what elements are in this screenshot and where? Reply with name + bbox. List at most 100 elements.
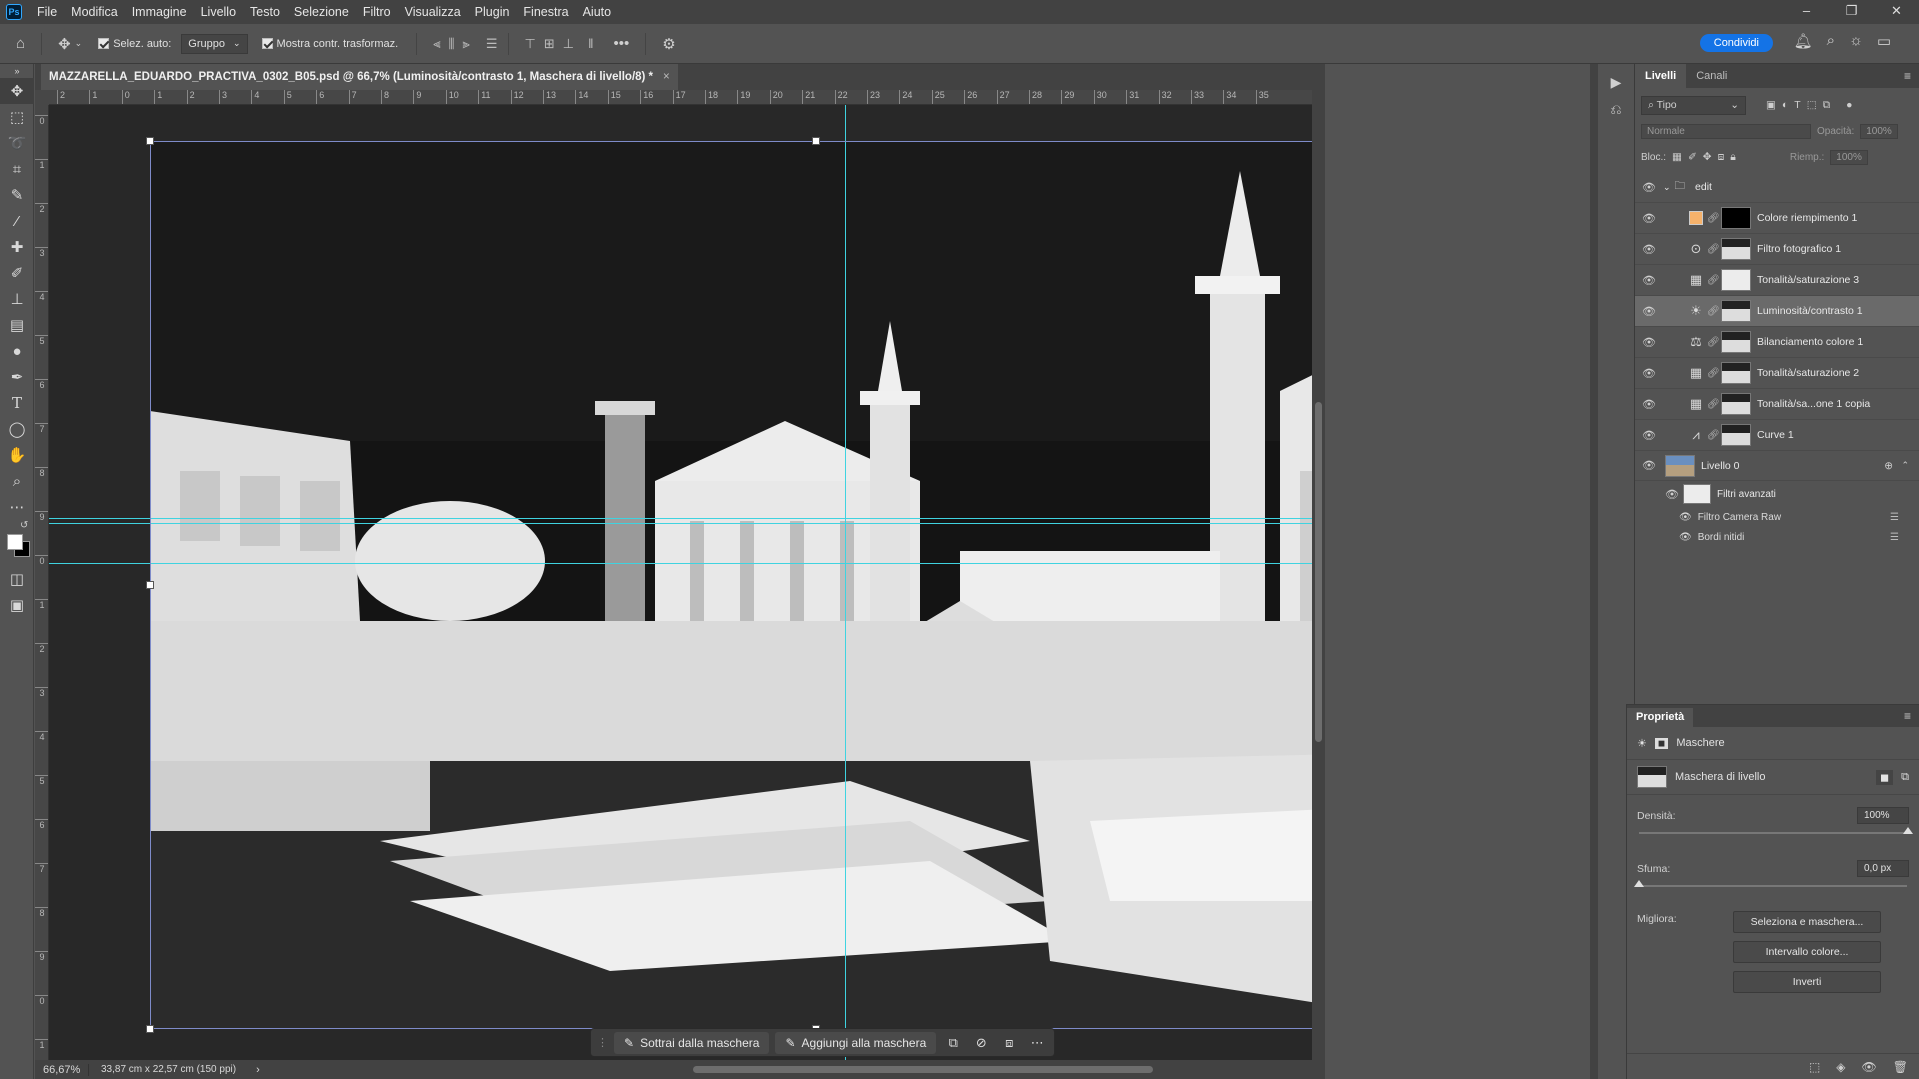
minimize-icon[interactable]: – (1784, 0, 1829, 24)
brush-tool-icon[interactable]: ✐ (0, 260, 34, 286)
foreground-color[interactable] (7, 534, 23, 550)
auto-select-dropdown[interactable]: Gruppo ⌄ (181, 33, 248, 54)
layer-filter-dropdown[interactable]: ⌕ Tipo ⌄ (1641, 95, 1746, 115)
color-balance-icon[interactable]: ⚖ (1685, 334, 1707, 350)
disable-mask-icon[interactable]: ⊘ (970, 1035, 992, 1051)
panel-menu-icon[interactable]: ≡ (1904, 69, 1911, 83)
filter-smart-icon[interactable]: ⧉ (1823, 99, 1831, 112)
distribute-vertical-icon[interactable]: ‖ (588, 36, 593, 52)
load-selection-icon[interactable]: ⬚ (1809, 1060, 1820, 1074)
transform-handle[interactable] (812, 137, 820, 145)
search-icon[interactable]: ⌕ (1827, 32, 1835, 50)
gear-icon[interactable]: ⚙ (662, 35, 675, 53)
hue-saturation-icon[interactable]: ▦ (1685, 365, 1707, 381)
transform-handle[interactable] (146, 137, 154, 145)
gradient-tool-icon[interactable]: ▤ (0, 312, 34, 338)
eye-icon[interactable]: 👁︎ (1635, 274, 1663, 287)
brightness-icon[interactable]: ☼ (1849, 32, 1863, 50)
menu-item[interactable]: Plugin (468, 0, 517, 24)
eyedropper-tool-icon[interactable]: ⁄ (0, 208, 34, 234)
mask-options-icon[interactable]: ⧉ (942, 1035, 964, 1051)
layer-mask-thumbnail[interactable] (1721, 300, 1751, 322)
bell-icon[interactable]: 🔔︎ (1794, 32, 1813, 50)
horizontal-ruler[interactable]: 2 1 0 1 2 3 4 5 6 7 8 9 10 11 12 13 14 15 16 17 18 19 20 21 22 23… (49, 90, 1325, 105)
lock-pixels-icon[interactable]: ✐ (1688, 151, 1697, 163)
chevron-right-icon[interactable]: › (256, 1064, 260, 1076)
vertical-ruler[interactable]: 0 1 2 3 4 5 6 7 8 9 0 1 2 3 4 5 6 7 8 9 0 1 (35, 105, 49, 1060)
play-actions-icon[interactable]: ▶ (1598, 74, 1634, 91)
hand-tool-icon[interactable]: ✋ (0, 442, 34, 468)
ruler-origin[interactable] (35, 90, 49, 105)
color-swatches[interactable]: ↺ (0, 520, 34, 566)
lock-artboard-icon[interactable]: ⧈ (1718, 151, 1725, 164)
screen-mode-icon[interactable]: ▣ (0, 592, 34, 618)
smart-filter-item[interactable]: 👁︎ Filtro Camera Raw ☰ (1635, 507, 1919, 527)
layer-row[interactable]: 👁︎ ▦ 🔗︎ Tonalità/saturazione 2 (1635, 358, 1919, 389)
tab-channels[interactable]: Canali (1686, 64, 1737, 88)
scrollbar-thumb[interactable] (1315, 402, 1322, 742)
mask-icon[interactable]: ◼ (1654, 737, 1669, 749)
distribute-icon[interactable]: ☰ (486, 36, 498, 52)
zoom-level[interactable]: 66,67% (35, 1063, 89, 1076)
align-bottom-icon[interactable]: ⊥ (563, 36, 574, 52)
stamp-tool-icon[interactable]: ⊥ (0, 286, 34, 312)
hue-saturation-icon[interactable]: ▦ (1685, 396, 1707, 412)
align-middle-icon[interactable]: ⊞ (544, 36, 555, 52)
filter-shape-icon[interactable]: ⬚ (1807, 99, 1817, 111)
menu-item[interactable]: Livello (194, 0, 243, 24)
align-right-icon[interactable]: ⫸ (463, 36, 470, 52)
slider-knob[interactable] (1903, 827, 1913, 834)
add-to-mask-button[interactable]: ✎ Aggiungi alla maschera (775, 1031, 937, 1054)
eye-icon[interactable]: 👁︎ (1635, 212, 1663, 225)
menu-item[interactable]: Testo (243, 0, 287, 24)
lasso-tool-icon[interactable]: ➰ (0, 130, 34, 156)
layer-mask-thumbnail[interactable] (1721, 207, 1751, 229)
align-top-icon[interactable]: ⊤ (525, 36, 536, 52)
layer-row[interactable]: 👁︎ ⩘ 🔗︎ Curve 1 (1635, 420, 1919, 451)
menu-item[interactable]: File (30, 0, 64, 24)
more-options-icon[interactable]: ⋯ (1026, 1035, 1048, 1051)
filter-options-icon[interactable]: ☰ (1890, 512, 1899, 523)
link-icon[interactable]: 🔗︎ (1707, 275, 1720, 286)
link-icon[interactable]: 🔗︎ (1707, 213, 1720, 224)
hue-saturation-icon[interactable]: ▦ (1685, 272, 1707, 288)
link-icon[interactable]: 🔗︎ (1707, 368, 1720, 379)
marquee-tool-icon[interactable]: ⬚ (0, 104, 34, 130)
fill-color-icon[interactable] (1689, 211, 1703, 225)
eye-icon[interactable]: 👁︎ (1635, 336, 1663, 349)
close-window-icon[interactable]: ✕ (1874, 0, 1919, 24)
layer-mask-thumbnail[interactable] (1721, 393, 1751, 415)
color-range-button[interactable]: Intervallo colore... (1733, 941, 1881, 963)
link-icon[interactable]: 🔗︎ (1707, 399, 1720, 410)
layer-mask-thumbnail[interactable] (1721, 238, 1751, 260)
share-button[interactable]: Condividi (1699, 34, 1773, 52)
type-tool-icon[interactable]: T (0, 390, 34, 416)
move-tool-icon[interactable]: ✥ (58, 35, 71, 53)
pen-tool-icon[interactable]: ✒ (0, 364, 34, 390)
crop-tool-icon[interactable]: ⌗ (0, 156, 34, 182)
document-tab[interactable]: MAZZARELLA_EDUARDO_PRACTIVA_0302_B05.psd… (41, 64, 678, 90)
transform-handle[interactable] (146, 1025, 154, 1033)
filter-options-icon[interactable]: ☰ (1890, 532, 1899, 543)
layer-row[interactable]: 👁︎ ⊙ 🔗︎ Filtro fotografico 1 (1635, 234, 1919, 265)
menu-item[interactable]: Modifica (64, 0, 125, 24)
layer-mask-thumbnail[interactable] (1721, 269, 1751, 291)
chevron-up-icon[interactable]: ⌃ (1901, 460, 1909, 471)
feather-slider[interactable] (1634, 880, 1907, 887)
menu-item[interactable]: Finestra (516, 0, 575, 24)
layer-mask-thumbnail[interactable] (1721, 362, 1751, 384)
layer-mask-thumbnail[interactable] (1721, 424, 1751, 446)
curves-icon[interactable]: ⩘ (1685, 427, 1707, 443)
auto-select-checkbox[interactable]: Selez. auto: (98, 38, 171, 50)
layer-group-edit[interactable]: 👁︎ ⌄ 🗀︎ edit (1635, 172, 1919, 203)
quick-mask-icon[interactable]: ◫ (0, 566, 34, 592)
workspace-icon[interactable]: ▭ (1877, 32, 1891, 50)
eye-icon[interactable]: 👁︎ (1862, 1060, 1877, 1074)
density-slider[interactable] (1639, 827, 1913, 834)
align-center-icon[interactable]: ⫼ (449, 36, 455, 52)
chevron-down-icon[interactable]: ⌄ (75, 38, 83, 49)
history-icon[interactable]: ⎌ (1598, 101, 1634, 118)
shape-tool-icon[interactable]: ◯ (0, 416, 34, 442)
blend-mode-dropdown[interactable]: Normale (1641, 123, 1811, 139)
smart-filter-item[interactable]: 👁︎ Bordi nitidi ☰ (1635, 527, 1919, 547)
